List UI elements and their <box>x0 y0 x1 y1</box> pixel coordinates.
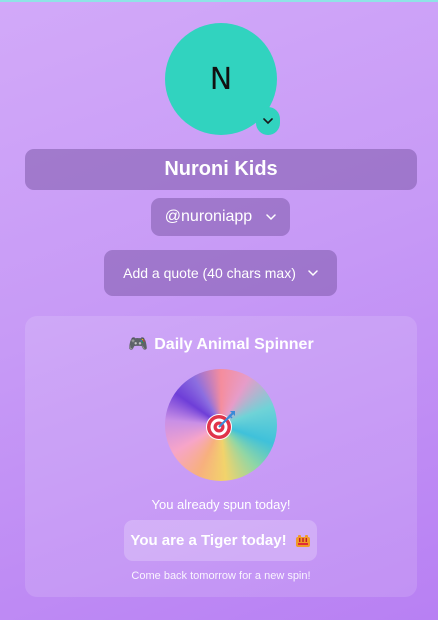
tiger-icon <box>295 534 310 547</box>
profile-name-text: Nuroni Kids <box>164 158 278 180</box>
handle-dropdown[interactable]: @nuroniapp <box>151 198 290 236</box>
spin-footnote: Come back tomorrow for a new spin! <box>131 570 311 582</box>
spin-result: You are a Tiger today! <box>124 520 317 561</box>
avatar-container[interactable]: N <box>165 23 280 135</box>
quote-dropdown[interactable]: Add a quote (40 chars max) <box>104 250 337 296</box>
target-icon <box>206 411 235 440</box>
chevron-down-icon <box>308 269 318 276</box>
spinner-wheel[interactable] <box>165 369 277 481</box>
animal-spinner-card: 🎮 Daily Animal Spinner You already spun t… <box>25 316 417 597</box>
spin-status: You already spun today! <box>151 497 291 512</box>
quote-placeholder: Add a quote (40 chars max) <box>123 265 296 281</box>
spinner-title-text: Daily Animal Spinner <box>154 336 314 353</box>
game-controller-icon: 🎮 <box>128 334 149 353</box>
chevron-down-icon <box>266 213 276 220</box>
profile-name[interactable]: Nuroni Kids <box>25 149 417 190</box>
spin-result-text: You are a Tiger today! <box>130 532 287 549</box>
top-accent-line <box>0 0 438 2</box>
avatar-menu-button[interactable] <box>256 107 280 135</box>
chevron-down-icon <box>263 117 273 124</box>
handle-text: @nuroniapp <box>164 208 253 225</box>
avatar-initial: N <box>209 61 233 97</box>
spinner-title: 🎮 Daily Animal Spinner <box>25 334 417 354</box>
